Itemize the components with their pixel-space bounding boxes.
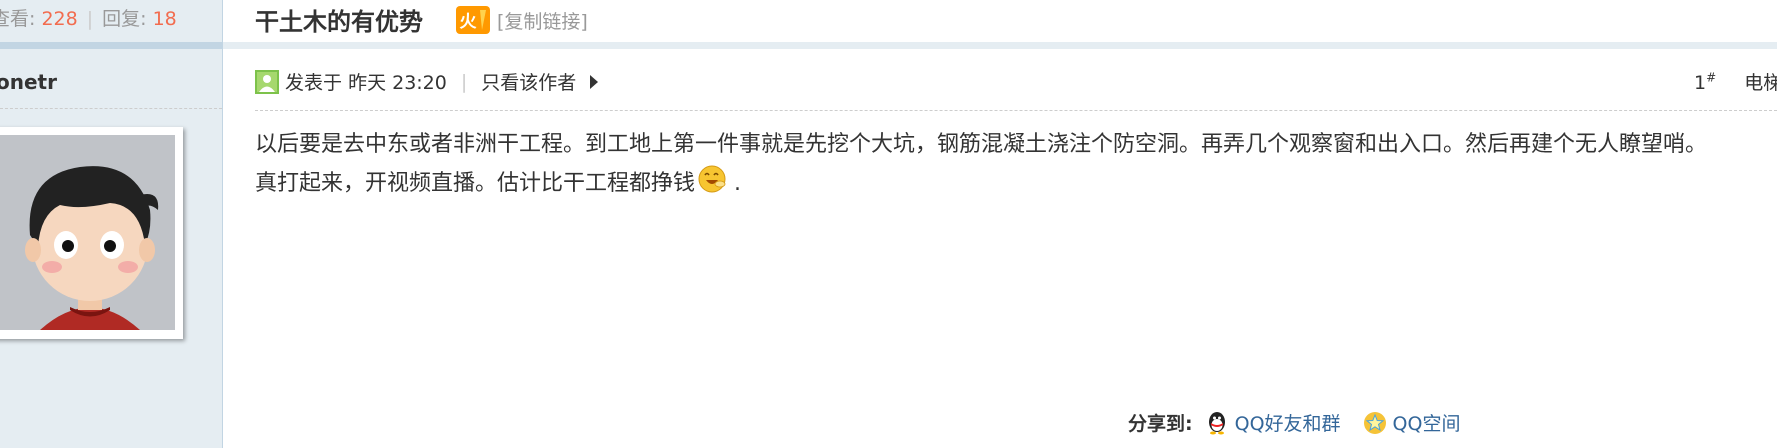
post-line-text: 真打起来，开视频直播。估计比干工程都挣钱 xyxy=(255,171,696,196)
post-line-2: 真打起来，开视频直播。估计比干工程都挣钱 . xyxy=(255,164,1777,203)
post-divider xyxy=(255,110,1777,111)
online-user-icon xyxy=(255,69,279,94)
qq-zone-label[interactable]: QQ空间 xyxy=(1393,409,1461,436)
meta-separator: | xyxy=(460,70,468,93)
author-name[interactable]: onetr xyxy=(0,70,57,94)
thread-title: 干土木的有优势 xyxy=(255,8,423,36)
replies-count: 18 xyxy=(152,8,177,30)
hot-thread-icon: 火 xyxy=(456,6,490,34)
floor-indicator: 1# 电梯 xyxy=(1694,68,1777,95)
only-author-link[interactable]: 只看该作者 xyxy=(481,68,576,95)
qq-friends-label[interactable]: QQ好友和群 xyxy=(1235,409,1341,436)
share-bar: 分享到: QQ好友和群 QQ空间 xyxy=(1128,409,1482,436)
main-band xyxy=(223,42,1777,49)
sidebar-band xyxy=(0,42,222,49)
laughing-emoji-icon xyxy=(698,165,726,193)
posted-prefix: 发表于 xyxy=(285,72,343,94)
author-divider xyxy=(0,108,222,109)
views-count: 228 xyxy=(41,8,78,30)
avatar[interactable] xyxy=(0,127,183,339)
share-label: 分享到: xyxy=(1128,413,1193,435)
views-label: 查看: xyxy=(0,8,36,30)
posted-time: 昨天 23:20 xyxy=(348,72,447,94)
floor-mark: # xyxy=(1706,70,1717,85)
avatar-cartoon-icon xyxy=(0,135,175,330)
stats-separator: | xyxy=(86,8,94,30)
copy-link-button[interactable]: [复制链接] xyxy=(497,7,588,34)
floor-number[interactable]: 1 xyxy=(1694,72,1706,94)
elevator-link[interactable]: 电梯 xyxy=(1744,72,1777,94)
post-line: 以后要是去中东或者非洲干工程。到工地上第一件事就是先挖个大坑，钢筋混凝土浇注个防… xyxy=(255,132,1708,157)
replies-label: 回复: xyxy=(102,8,147,30)
post-content: 以后要是去中东或者非洲干工程。到工地上第一件事就是先挖个大坑，钢筋混凝土浇注个防… xyxy=(255,126,1777,203)
share-qq-friends-link[interactable]: QQ好友和群 xyxy=(1205,409,1341,436)
post-end-mark: . xyxy=(734,171,742,196)
qq-penguin-icon xyxy=(1208,411,1225,434)
post-meta: 发表于 昨天 23:20 | 只看该作者 xyxy=(255,68,599,95)
triangle-right-icon[interactable] xyxy=(590,74,599,89)
author-sidebar: 查看: 228 | 回复: 18 onetr xyxy=(0,0,223,448)
qq-zone-star-icon xyxy=(1363,411,1386,434)
hot-badge-text: 火 xyxy=(460,12,478,32)
thread-stats: 查看: 228 | 回复: 18 xyxy=(0,4,177,31)
share-qq-zone-link[interactable]: QQ空间 xyxy=(1363,409,1461,436)
post-main: 干土木的有优势 火 [复制链接] 发表于 昨天 23:20 | 只看该作者 1#… xyxy=(223,0,1777,448)
